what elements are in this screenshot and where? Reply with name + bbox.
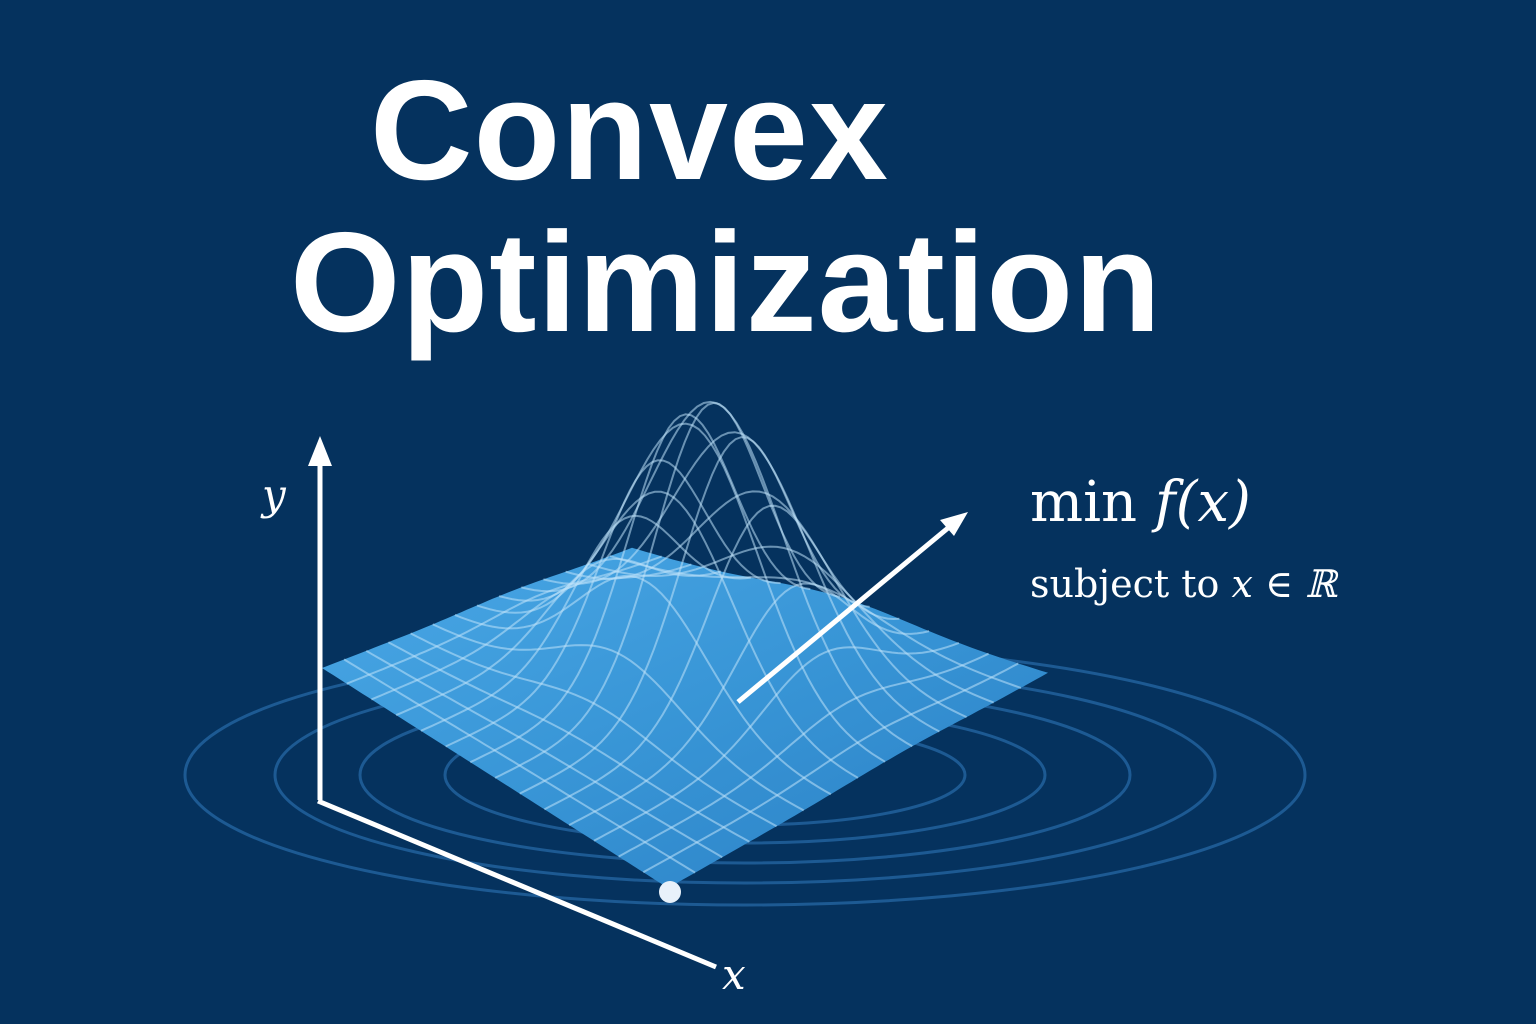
objective-function: f(x)	[1154, 470, 1251, 535]
objective-word: min	[1030, 470, 1138, 535]
convex-surface-diagram	[183, 400, 1307, 970]
surface-fill	[322, 547, 1048, 888]
surface-mesh	[322, 400, 1048, 888]
y-axis-label: y	[262, 470, 286, 519]
constraint-set: x ∈ ℝ	[1231, 562, 1337, 606]
constraint-prefix: subject to	[1030, 562, 1220, 606]
slide-canvas: Convex Optimization y x min f(x) subject…	[0, 0, 1536, 1024]
objective-formula: min f(x)	[1030, 470, 1251, 535]
x-axis-label: x	[722, 950, 746, 999]
constraint-formula: subject to x ∈ ℝ	[1030, 562, 1337, 606]
y-axis-arrowhead	[308, 436, 332, 466]
minimum-point	[659, 881, 681, 903]
